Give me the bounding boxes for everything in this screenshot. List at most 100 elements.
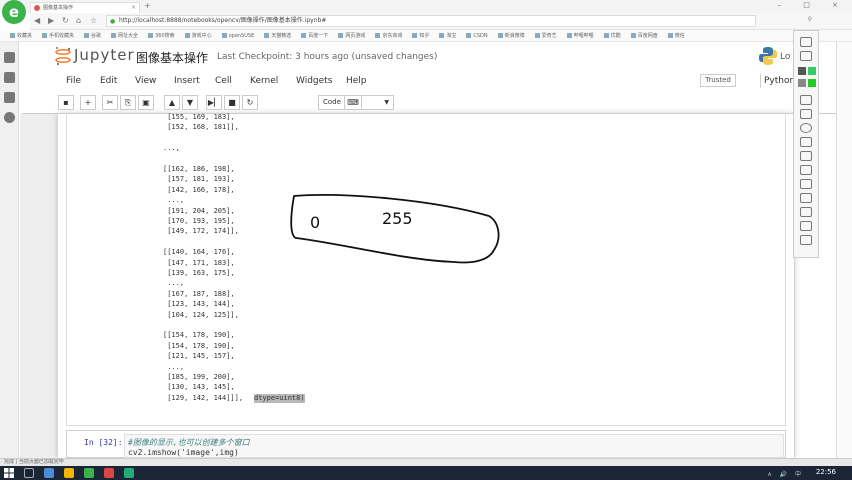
windows-taskbar: ∧ 🔊 中 22:56 bbox=[0, 466, 852, 480]
logout-button[interactable]: Lo bbox=[780, 52, 790, 62]
star-icon[interactable]: ☆ bbox=[90, 16, 97, 25]
tab-title: 图像基本操作 bbox=[43, 5, 74, 11]
menu-edit[interactable]: Edit bbox=[100, 74, 117, 88]
bookmark-item[interactable]: 网址大全 bbox=[111, 30, 138, 41]
rectangle-tool-icon[interactable] bbox=[800, 109, 812, 119]
move-up-icon[interactable]: ▲ bbox=[164, 95, 180, 110]
color-swatch-gray[interactable] bbox=[798, 67, 806, 75]
cursor-tool-icon[interactable] bbox=[800, 37, 812, 47]
arrow-tool-icon[interactable] bbox=[800, 137, 812, 147]
copy-icon[interactable]: ⎘ bbox=[120, 95, 136, 110]
bookmark-item[interactable]: 网页游戏 bbox=[338, 30, 365, 41]
home-icon[interactable]: ⌂ bbox=[76, 16, 81, 25]
bookmark-item[interactable]: openSUSE bbox=[222, 30, 255, 41]
color-swatch-brightgreen[interactable] bbox=[808, 79, 816, 87]
download-icon[interactable] bbox=[4, 92, 15, 103]
bookmark-item[interactable]: 优酷 bbox=[604, 30, 621, 41]
bookmark-item[interactable]: 百度网盘 bbox=[631, 30, 658, 41]
bookmark-item[interactable]: 收藏夹 bbox=[10, 30, 32, 41]
output-line: [147, 171, 183], bbox=[163, 258, 235, 267]
restart-icon[interactable]: ↻ bbox=[242, 95, 258, 110]
close-icon[interactable] bbox=[800, 235, 812, 245]
menu-view[interactable]: View bbox=[135, 74, 156, 88]
output-line: ..., bbox=[163, 144, 180, 153]
color-swatch-lightgray[interactable] bbox=[798, 79, 806, 87]
bookmark-item[interactable]: 手机收藏夹 bbox=[42, 30, 74, 41]
menu-file[interactable]: File bbox=[66, 74, 81, 88]
stop-icon[interactable]: ■ bbox=[224, 95, 240, 110]
bookmark-item[interactable]: 微信 bbox=[668, 30, 685, 41]
highlighter-tool-icon[interactable] bbox=[800, 179, 812, 189]
bookmark-item[interactable]: 淘宝 bbox=[439, 30, 456, 41]
jupyter-logo-icon[interactable] bbox=[54, 46, 72, 66]
bookmark-item[interactable]: 知乎 bbox=[412, 30, 429, 41]
terminal-taskbar-icon[interactable] bbox=[124, 468, 134, 478]
settings-icon[interactable] bbox=[4, 112, 15, 123]
code-comment: #图像的显示,也可以创建多个窗口 bbox=[128, 438, 250, 447]
add-icon[interactable]: + bbox=[80, 95, 96, 110]
bookmark-item[interactable]: 天猫精选 bbox=[264, 30, 291, 41]
text-tool-icon[interactable] bbox=[800, 151, 812, 161]
explorer-taskbar-icon[interactable] bbox=[64, 468, 74, 478]
refresh-icon[interactable]: ↻ bbox=[62, 16, 69, 25]
bookmark-item[interactable]: 哔哩哔哩 bbox=[567, 30, 594, 41]
edge-taskbar-icon[interactable] bbox=[44, 468, 54, 478]
history-icon[interactable] bbox=[4, 72, 15, 83]
clear-icon[interactable] bbox=[800, 221, 812, 231]
notebook-title[interactable]: 图像基本操作 bbox=[136, 49, 208, 66]
bookmark-item[interactable]: 爱奇艺 bbox=[535, 30, 557, 41]
keyboard-icon[interactable]: ⌨ bbox=[344, 95, 362, 110]
right-scrollbar[interactable] bbox=[836, 42, 852, 458]
bookmark-item[interactable]: 京东商城 bbox=[375, 30, 402, 41]
color-swatch-green[interactable] bbox=[808, 67, 816, 75]
bookmark-item[interactable]: 谷歌 bbox=[84, 30, 101, 41]
bookmark-item[interactable]: 新浪微博 bbox=[498, 30, 525, 41]
browser-tab[interactable]: 图像基本操作 × bbox=[30, 2, 140, 13]
system-tray[interactable]: ∧ 🔊 中 bbox=[767, 469, 804, 478]
bookmarks-bar: 收藏夹 手机收藏夹 谷歌 网址大全 360搜索 游戏中心 openSUSE 天猫精选 百度一下网… bbox=[0, 30, 852, 42]
tab-close-icon[interactable]: × bbox=[131, 3, 136, 13]
menu-help[interactable]: Help bbox=[346, 74, 367, 88]
url-input[interactable]: ● http://localhost:8888/notebooks/opencv… bbox=[106, 15, 756, 27]
menu-widgets[interactable]: Widgets bbox=[296, 74, 332, 88]
search-icon[interactable]: ⚲ bbox=[808, 16, 812, 23]
menu-cell[interactable]: Cell bbox=[215, 74, 232, 88]
favorites-icon[interactable] bbox=[4, 52, 15, 63]
search-taskbar-icon[interactable] bbox=[24, 468, 34, 478]
bookmark-item[interactable]: 百度一下 bbox=[301, 30, 328, 41]
browser-logo-icon[interactable]: e bbox=[2, 0, 26, 24]
undo-icon[interactable] bbox=[800, 193, 812, 203]
window-controls[interactable]: – □ × bbox=[778, 1, 848, 9]
annotation-tool-panel bbox=[793, 30, 819, 258]
move-down-icon[interactable]: ▼ bbox=[182, 95, 198, 110]
line-tool-icon[interactable] bbox=[800, 95, 812, 105]
jupyter-logo-text[interactable]: Jupyter bbox=[74, 46, 135, 64]
forward-icon[interactable]: ▶ bbox=[48, 16, 54, 25]
app-taskbar-icon[interactable] bbox=[104, 468, 114, 478]
menu-insert[interactable]: Insert bbox=[174, 74, 200, 88]
bookmark-item[interactable]: 游戏中心 bbox=[185, 30, 212, 41]
menu-kernel[interactable]: Kernel bbox=[250, 74, 278, 88]
back-icon[interactable]: ◀ bbox=[34, 16, 40, 25]
clock[interactable]: 22:56 bbox=[816, 468, 836, 476]
notebook-toolbar: ▪ + ✂ ⎘ ▣ ▲ ▼ ▶▏ ■ ↻ Code ▼ ⌨ bbox=[56, 94, 796, 111]
ellipse-tool-icon[interactable] bbox=[800, 123, 812, 133]
browser-taskbar-icon[interactable] bbox=[84, 468, 94, 478]
trusted-indicator[interactable]: Trusted bbox=[700, 74, 736, 87]
pen-tool-icon[interactable] bbox=[800, 51, 812, 61]
save-icon[interactable]: ▪ bbox=[58, 95, 74, 110]
code-statement: cv2.imshow('image',img) bbox=[128, 448, 239, 457]
output-line: [139, 163, 175], bbox=[163, 269, 235, 277]
output-line: [130, 143, 145], bbox=[163, 383, 235, 392]
eraser-tool-icon[interactable] bbox=[800, 165, 812, 175]
redo-icon[interactable] bbox=[800, 207, 812, 217]
windows-start-icon[interactable] bbox=[4, 468, 14, 478]
paste-icon[interactable]: ▣ bbox=[138, 95, 154, 110]
bookmark-item[interactable]: CSDN bbox=[466, 30, 487, 41]
address-bar: ◀ ▶ ↻ ⌂ ☆ ● http://localhost:8888/notebo… bbox=[30, 13, 852, 30]
output-line: [157, 181, 193], bbox=[163, 175, 235, 184]
run-icon[interactable]: ▶▏ bbox=[206, 95, 222, 110]
new-tab-icon[interactable]: + bbox=[144, 2, 151, 10]
cut-icon[interactable]: ✂ bbox=[102, 95, 118, 110]
bookmark-item[interactable]: 360搜索 bbox=[148, 30, 175, 41]
